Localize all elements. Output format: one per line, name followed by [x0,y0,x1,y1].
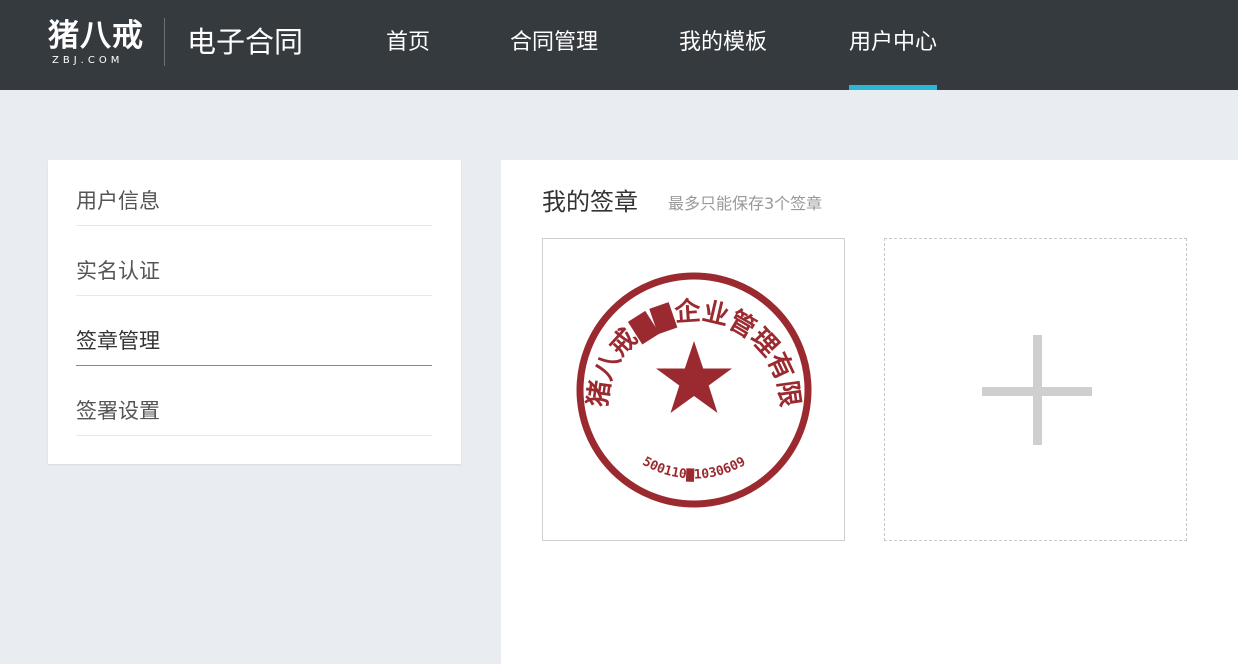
sidebar-item-signing-settings[interactable]: 签署设置 [76,370,432,436]
seal-management-panel: 我的签章 最多只能保存3个签章 重庆猪八戒▇▇企业管理有限公司 500110▇1… [501,160,1238,664]
sidebar-item-seal-management[interactable]: 签章管理 [76,300,432,366]
add-seal-button[interactable] [884,238,1187,541]
seal-limit-hint: 最多只能保存3个签章 [668,194,823,213]
nav-contract-management[interactable]: 合同管理 [510,28,598,58]
nav-home[interactable]: 首页 [386,28,430,58]
section-title: 我的签章 [542,188,638,216]
header-divider [164,18,165,66]
user-center-sidebar: 用户信息 实名认证 签章管理 签署设置 [48,160,461,464]
sidebar-item-real-name-auth[interactable]: 实名认证 [76,230,432,296]
nav-user-center[interactable]: 用户中心 [849,28,937,58]
seal-number-text: 500110▇1030609 [640,454,748,482]
company-seal-image: 重庆猪八戒▇▇企业管理有限公司 500110▇1030609 [530,215,812,508]
zbj-logo[interactable]: 猪八戒 ZBJ.COM [46,16,144,70]
top-navigation-bar: 猪八戒 ZBJ.COM 电子合同 首页 合同管理 我的模板 用户中心 [0,0,1238,90]
nav-active-indicator [849,85,937,90]
product-title: 电子合同 [187,25,304,59]
nav-my-templates[interactable]: 我的模板 [679,28,767,58]
seal-card[interactable]: 重庆猪八戒▇▇企业管理有限公司 500110▇1030609 [530,215,845,541]
sidebar-item-user-info[interactable]: 用户信息 [76,160,432,226]
logo-domain: ZBJ.COM [52,55,124,66]
logo-text: 猪八戒 [48,18,144,54]
